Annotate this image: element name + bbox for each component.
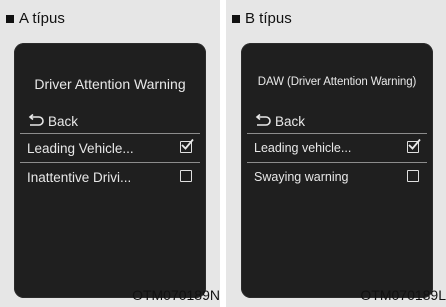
cluster-screen-a: Driver Attention Warning Back Leading Ve…: [14, 43, 206, 298]
panel-type-a: A típus Driver Attention Warning Back Le…: [0, 0, 220, 307]
square-bullet-icon: [6, 14, 14, 23]
checkbox-checked-icon[interactable]: [180, 138, 194, 153]
back-arrow-icon: [255, 114, 271, 126]
checkbox-checked-icon[interactable]: [407, 138, 421, 153]
menu-item-inattentive-driving[interactable]: Inattentive Drivi...: [20, 163, 200, 191]
menu-item-swaying-warning[interactable]: Swaying warning: [247, 163, 427, 191]
menu-item-label: Leading Vehicle...: [27, 140, 134, 156]
figure-code: OTM070189N: [132, 287, 220, 303]
back-label: Back: [48, 113, 79, 129]
back-button[interactable]: Back: [254, 111, 305, 131]
cluster-screen-b: DAW (Driver Attention Warning) Back Lead…: [241, 43, 433, 298]
type-label-a: A típus: [6, 10, 65, 27]
menu-item-label: Swaying warning: [254, 170, 349, 184]
checkmark-icon: [408, 138, 421, 150]
type-label-b: B típus: [232, 10, 292, 27]
figure-code: OTM070189L: [360, 287, 446, 303]
checkbox-empty-icon[interactable]: [407, 170, 419, 182]
back-button[interactable]: Back: [27, 111, 78, 131]
menu-item-leading-vehicle[interactable]: Leading Vehicle...: [20, 134, 200, 162]
back-label: Back: [275, 113, 306, 129]
back-arrow-icon: [28, 114, 44, 126]
screen-title: Driver Attention Warning: [34, 76, 186, 92]
checkmark-icon: [181, 138, 194, 150]
square-bullet-icon: [232, 14, 240, 23]
type-label-text: A típus: [19, 10, 65, 27]
screen-title: DAW (Driver Attention Warning): [257, 76, 417, 88]
menu-item-label: Leading vehicle...: [254, 141, 352, 155]
menu-item-leading-vehicle[interactable]: Leading vehicle...: [247, 134, 427, 162]
panel-type-b: B típus DAW (Driver Attention Warning) B…: [226, 0, 446, 307]
type-label-text: B típus: [245, 10, 292, 27]
menu-item-label: Inattentive Drivi...: [27, 169, 132, 185]
checkbox-empty-icon[interactable]: [180, 170, 192, 182]
